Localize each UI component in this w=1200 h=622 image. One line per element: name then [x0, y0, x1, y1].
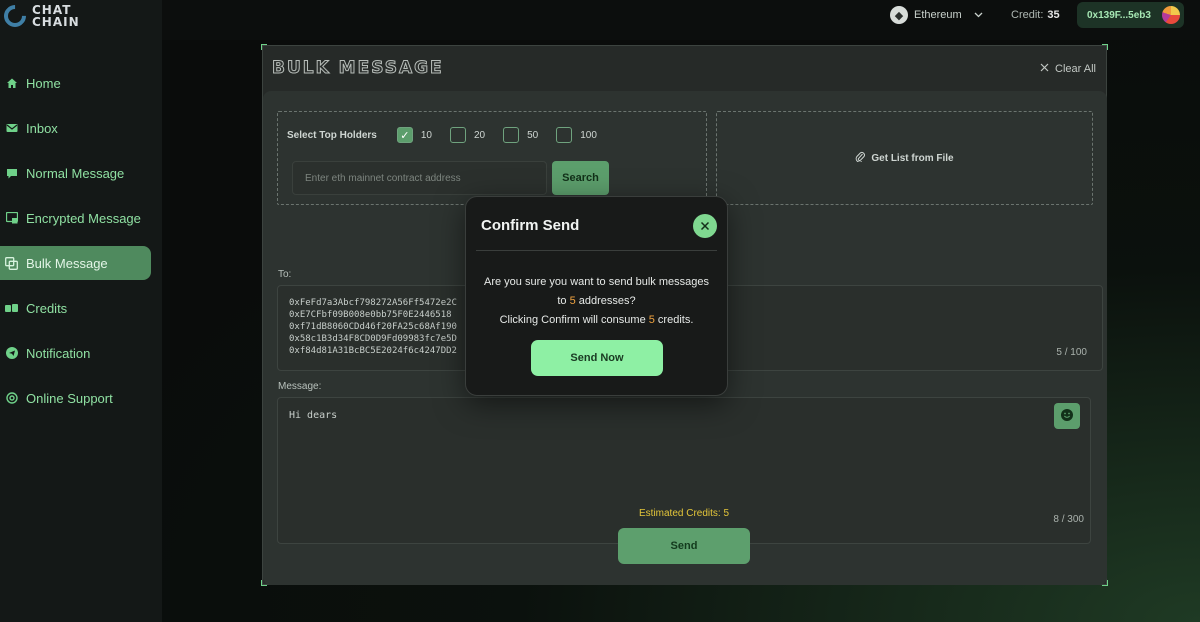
divider [476, 250, 717, 251]
app-logo[interactable]: CHAT CHAIN [0, 0, 80, 32]
network-name: Ethereum [914, 9, 962, 21]
address-line: 0xf71dB8060CDd46f20FA25c68Af190 [289, 322, 457, 332]
holder-option-50[interactable]: 50 [503, 127, 538, 143]
sidebar-item-bulk-message[interactable]: Bulk Message [0, 246, 151, 280]
close-dialog-button[interactable] [693, 214, 717, 238]
holder-option-label: 20 [473, 129, 486, 141]
message-counter: 8 / 300 [1053, 514, 1084, 525]
select-top-holders-label: Select Top Holders [287, 129, 377, 141]
send-icon [5, 347, 18, 360]
sidebar: CHAT CHAIN Home Inbox Normal Message Enc… [0, 0, 162, 622]
wallet-button[interactable]: 0x139F...5eb3 [1077, 2, 1184, 28]
sidebar-item-label: Bulk Message [26, 255, 108, 271]
holder-option-label: 10 [420, 129, 432, 141]
checkbox[interactable] [556, 127, 573, 143]
get-list-from-file-button[interactable]: Get List from File [716, 111, 1093, 205]
checkbox[interactable] [503, 127, 520, 143]
text-span: credits. [654, 314, 694, 326]
close-icon [700, 218, 710, 234]
clear-all-label: Clear All [1055, 63, 1096, 75]
dialog-line-3: Clicking Confirm will consume 5 credits. [466, 311, 727, 330]
sidebar-item-encrypted-message[interactable]: Encrypted Message [0, 201, 162, 235]
address-line: 0xf84d81A31BcBC5E2024f6c4247DD2 [289, 346, 457, 356]
top-holders-box: Select Top Holders ✓ 10 20 50 100 Enter … [277, 111, 707, 205]
address-line: 0xFeFd7a3Abcf798272A56Ff5472e2C [289, 298, 457, 308]
message-text: Hi dears [289, 410, 338, 421]
text-span: addresses? [575, 295, 636, 307]
copy-icon [5, 256, 18, 270]
network-selector[interactable]: ◆ Ethereum [890, 6, 983, 24]
sidebar-item-label: Normal Message [26, 165, 125, 181]
sidebar-item-label: Credits [26, 300, 68, 316]
checkbox[interactable]: ✓ [396, 127, 413, 143]
message-icon [5, 167, 18, 180]
search-button[interactable]: Search [552, 161, 609, 195]
clear-all-button[interactable]: Clear All [1040, 63, 1096, 75]
sidebar-item-label: Notification [26, 345, 91, 361]
dialog-line-1: Are you sure you want to send bulk messa… [483, 276, 709, 288]
home-icon [5, 77, 18, 90]
contract-address-input[interactable]: Enter eth mainnet contract address [292, 161, 547, 195]
wallet-avatar [1162, 6, 1180, 24]
credits-icon [5, 302, 18, 315]
logo-icon [0, 0, 31, 32]
smiley-icon [1060, 408, 1074, 425]
estimated-credits: Estimated Credits: 5 [639, 508, 730, 519]
sidebar-item-label: Encrypted Message [26, 210, 141, 226]
sidebar-item-normal-message[interactable]: Normal Message [0, 156, 162, 190]
credit-display: Credit: 35 [1011, 9, 1060, 21]
dialog-title: Confirm Send [481, 217, 580, 234]
address-line: 0xE7CFbf09B008e0bb75F0E2446518 [289, 310, 452, 320]
logo-text-line2: CHAIN [32, 15, 80, 29]
dialog-line-2: to 5 addresses? [466, 292, 727, 311]
emoji-button[interactable] [1054, 403, 1080, 429]
sidebar-nav: Home Inbox Normal Message Encrypted Mess… [0, 66, 162, 426]
support-icon [5, 392, 18, 405]
page-title: BULK MESSAGE [272, 58, 444, 79]
credit-value: 35 [1047, 9, 1060, 21]
sidebar-item-home[interactable]: Home [0, 66, 162, 100]
sidebar-item-label: Inbox [26, 120, 58, 136]
dialog-message: Are you sure you want to send bulk messa… [466, 273, 727, 330]
sidebar-item-credits[interactable]: Credits [0, 291, 162, 325]
inbox-icon [5, 122, 18, 135]
send-button[interactable]: Send [618, 528, 750, 564]
confirm-send-dialog: Confirm Send Are you sure you want to se… [465, 196, 728, 396]
text-span: Clicking Confirm will consume [499, 314, 649, 326]
ethereum-icon: ◆ [890, 6, 908, 24]
sidebar-item-inbox[interactable]: Inbox [0, 111, 162, 145]
address-line: 0x58c1B3d34F8CD0D9Fd09983fc7e5D [289, 334, 457, 344]
chevron-down-icon [974, 9, 983, 21]
wallet-address: 0x139F...5eb3 [1087, 9, 1151, 21]
holder-option-100[interactable]: 100 [556, 127, 597, 143]
message-label: Message: [278, 381, 322, 392]
text-span: to [557, 295, 570, 307]
lock-message-icon [5, 212, 18, 225]
to-label: To: [278, 269, 292, 280]
close-icon [1040, 63, 1049, 75]
contract-address-placeholder: Enter eth mainnet contract address [305, 172, 461, 184]
sidebar-item-label: Online Support [26, 390, 113, 406]
sidebar-item-notification[interactable]: Notification [0, 336, 162, 370]
holder-option-label: 100 [580, 129, 597, 141]
paperclip-icon [855, 149, 866, 167]
holder-option-10[interactable]: ✓ 10 [396, 127, 432, 143]
sidebar-item-online-support[interactable]: Online Support [0, 381, 162, 415]
address-list: 0xFeFd7a3Abcf798272A56Ff5472e2C 0xE7CFbf… [289, 297, 457, 357]
holder-option-20[interactable]: 20 [449, 127, 486, 143]
to-counter: 5 / 100 [1056, 347, 1087, 358]
message-textarea[interactable]: Hi dears 8 / 300 [277, 397, 1091, 544]
send-now-button[interactable]: Send Now [531, 340, 663, 376]
credit-label: Credit: [1011, 9, 1044, 21]
checkbox[interactable] [449, 127, 466, 143]
get-list-label: Get List from File [871, 152, 954, 164]
corner-decoration [261, 44, 267, 50]
sidebar-item-label: Home [26, 75, 61, 91]
corner-decoration [1102, 44, 1108, 50]
holder-option-label: 50 [527, 129, 539, 141]
